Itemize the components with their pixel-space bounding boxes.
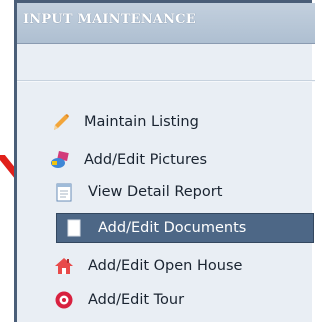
menu-item-label: View Detail Report	[88, 184, 223, 200]
input-maintenance-panel: INPUT MAINTENANCE Maintain Listing Add/E…	[14, 0, 315, 322]
divider	[17, 80, 315, 82]
tour-icon	[55, 291, 73, 309]
panel-header: INPUT MAINTENANCE	[17, 3, 315, 44]
document-icon	[67, 219, 81, 237]
pencil-icon	[54, 114, 69, 130]
menu-item-maintain-listing[interactable]: Maintain Listing	[17, 108, 315, 136]
menu-item-add-edit-open-house[interactable]: Add/Edit Open House	[17, 252, 315, 280]
panel-title: INPUT MAINTENANCE	[23, 12, 196, 27]
menu-item-add-edit-documents[interactable]: Add/Edit Documents	[56, 213, 314, 243]
menu-item-view-detail-report[interactable]: View Detail Report	[17, 178, 315, 206]
menu-item-add-edit-pictures[interactable]: Add/Edit Pictures	[17, 146, 315, 174]
menu-item-label: Add/Edit Tour	[88, 292, 185, 308]
menu-item-label: Maintain Listing	[84, 114, 199, 130]
pictures-icon	[51, 151, 69, 168]
menu-item-label: Add/Edit Pictures	[84, 152, 208, 168]
house-icon	[55, 258, 73, 274]
report-icon	[56, 183, 72, 202]
menu-item-label: Add/Edit Documents	[98, 220, 247, 236]
menu-item-label: Add/Edit Open House	[88, 258, 243, 274]
menu-item-add-edit-tour[interactable]: Add/Edit Tour	[17, 286, 315, 314]
